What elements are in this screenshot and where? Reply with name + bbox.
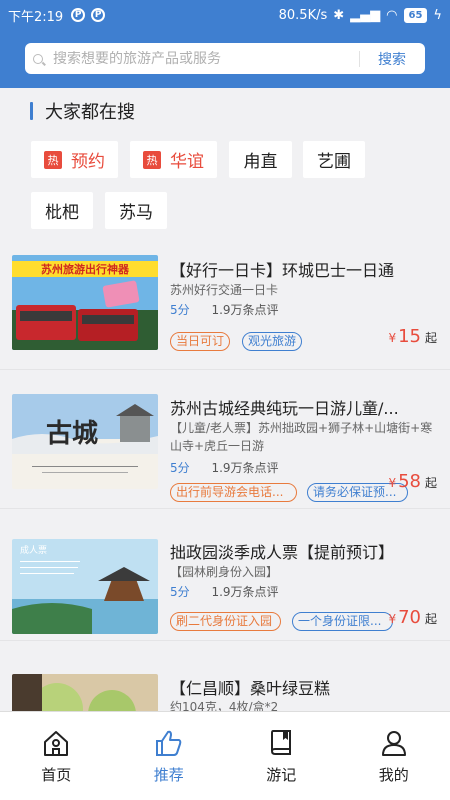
rating-score: 5分 bbox=[170, 585, 190, 599]
chip-label: 甪直 bbox=[243, 152, 278, 172]
wifi-icon: ◠ bbox=[386, 7, 398, 23]
nav-label: 游记 bbox=[266, 766, 297, 784]
product-thumbnail: 古城 bbox=[12, 394, 158, 489]
product-price: ¥ 58 起 bbox=[388, 471, 437, 492]
tag-badge: 当日可订 bbox=[170, 332, 231, 351]
product-subtitle: 【儿童/老人票】苏州拙政园+狮子林+山塘街+寒山寺+虎丘一日游 bbox=[170, 421, 433, 453]
product-title: 【仁昌顺】桑叶绿豆糕 bbox=[170, 679, 331, 698]
hot-searches-heading: 大家都在搜 bbox=[45, 102, 135, 123]
list-item[interactable]: 苏州旅游出行神器 【好行一日卡】环城巴士一日通 苏州好行交通一日卡 5分 1.9… bbox=[0, 240, 450, 370]
review-count: 1.9万条点评 bbox=[211, 461, 279, 475]
search-box: 搜索 bbox=[25, 43, 425, 74]
thumb-caption: 成人票 bbox=[20, 544, 47, 556]
hot-chip-luzhi[interactable]: 甪直 bbox=[229, 141, 292, 178]
rating-score: 5分 bbox=[170, 303, 190, 317]
hot-badge-icon: 热 bbox=[143, 150, 161, 169]
product-rating: 5分 1.9万条点评 bbox=[170, 301, 279, 318]
product-list: 苏州旅游出行神器 【好行一日卡】环城巴士一日通 苏州好行交通一日卡 5分 1.9… bbox=[0, 240, 450, 711]
hot-searches-title: 大家都在搜 bbox=[30, 98, 135, 124]
hot-chip-yuyue[interactable]: 热 预约 bbox=[31, 141, 118, 178]
title-accent-bar bbox=[30, 102, 33, 120]
user-icon bbox=[381, 731, 406, 756]
nav-label: 我的 bbox=[378, 766, 409, 784]
price-value: 15 bbox=[398, 326, 421, 347]
product-subtitle: 苏州好行交通一日卡 bbox=[170, 283, 279, 297]
chip-label: 苏马 bbox=[119, 203, 153, 223]
tag-badge: 一个身份证限... bbox=[292, 612, 393, 631]
status-bar: 下午2:19 P P 80.5K/s ✱ ▂▄▆ ◠ 65 ϟ bbox=[0, 0, 450, 30]
search-divider bbox=[359, 50, 360, 67]
thumb-caption: 苏州旅游出行神器 bbox=[41, 262, 130, 276]
thumbs-up-icon bbox=[155, 730, 182, 756]
product-subtitle: 【园林刷身份入园】 bbox=[170, 565, 279, 579]
tag-badge: 观光旅游 bbox=[242, 332, 303, 351]
product-price: ¥ 15 起 bbox=[388, 326, 437, 347]
nav-label: 首页 bbox=[41, 766, 72, 784]
hot-chip-huayi[interactable]: 热 华谊 bbox=[130, 141, 217, 178]
list-item[interactable]: 成人票 拙政园淡季成人票【提前预订】 【园林刷身份入园】 5分 1.9万条点评 … bbox=[0, 511, 450, 641]
search-input[interactable] bbox=[53, 50, 353, 67]
search-icon bbox=[33, 53, 43, 64]
product-price: ¥ 70 起 bbox=[388, 607, 437, 628]
product-thumbnail bbox=[12, 674, 158, 711]
nav-home[interactable]: 首页 bbox=[0, 712, 113, 800]
price-currency: ¥ bbox=[388, 331, 397, 345]
product-title: 苏州古城经典纯玩一日游儿童/... bbox=[170, 399, 399, 418]
list-item[interactable]: 古城 苏州古城经典纯玩一日游儿童/... 【儿童/老人票】苏州拙政园+狮子林+山… bbox=[0, 373, 450, 509]
tag-badge: 刷二代身份证入园 bbox=[170, 612, 281, 631]
search-header: 搜索 bbox=[0, 30, 450, 88]
price-suffix: 起 bbox=[424, 476, 437, 490]
product-rating: 5分 1.9万条点评 bbox=[170, 459, 279, 476]
price-currency: ¥ bbox=[388, 476, 397, 490]
bottom-nav: 首页 推荐 游记 我的 bbox=[0, 711, 450, 800]
thumb-caption: 古城 bbox=[46, 419, 98, 449]
nav-label: 推荐 bbox=[153, 766, 184, 784]
chip-label: 华谊 bbox=[170, 152, 204, 172]
price-currency: ¥ bbox=[388, 612, 397, 626]
home-icon bbox=[44, 731, 69, 756]
hot-searches: 大家都在搜 热 预约 热 华谊 甪直 艺圃 枇杷 苏马 bbox=[0, 88, 450, 238]
app-notification-icon: P bbox=[71, 8, 86, 22]
book-icon bbox=[271, 730, 292, 755]
search-button[interactable]: 搜索 bbox=[378, 49, 406, 69]
tag-badge: 出行前导游会电话... bbox=[170, 483, 297, 502]
network-speed: 80.5K/s bbox=[278, 7, 328, 23]
hot-badge-icon: 热 bbox=[44, 150, 62, 169]
nav-travelnotes[interactable]: 游记 bbox=[225, 712, 338, 800]
product-thumbnail: 成人票 bbox=[12, 539, 158, 634]
bluetooth-icon: ✱ bbox=[333, 7, 345, 23]
status-right: 80.5K/s ✱ ▂▄▆ ◠ 65 ϟ bbox=[278, 7, 442, 23]
status-time: 下午2:19 bbox=[8, 9, 64, 25]
chip-label: 预约 bbox=[71, 152, 105, 172]
price-value: 70 bbox=[398, 607, 421, 628]
chip-label: 枇杷 bbox=[45, 203, 79, 223]
chip-label: 艺圃 bbox=[317, 152, 351, 172]
battery-icon: 65 bbox=[403, 7, 428, 23]
hot-chip-suma[interactable]: 苏马 bbox=[105, 192, 167, 229]
signal-icon: ▂▄▆ bbox=[350, 7, 381, 23]
product-title: 【好行一日卡】环城巴士一日通 bbox=[170, 261, 395, 280]
nav-recommend[interactable]: 推荐 bbox=[113, 712, 226, 800]
price-value: 58 bbox=[398, 471, 421, 492]
product-thumbnail: 苏州旅游出行神器 bbox=[12, 255, 158, 350]
price-suffix: 起 bbox=[424, 331, 437, 345]
review-count: 1.9万条点评 bbox=[211, 585, 279, 599]
product-rating: 5分 1.9万条点评 bbox=[170, 583, 279, 600]
product-title: 拙政园淡季成人票【提前预订】 bbox=[170, 543, 395, 562]
charging-icon: ϟ bbox=[433, 7, 442, 23]
review-count: 1.9万条点评 bbox=[211, 303, 279, 317]
nav-mine[interactable]: 我的 bbox=[338, 712, 450, 800]
hot-chip-pipa[interactable]: 枇杷 bbox=[31, 192, 93, 229]
product-subtitle: 约104克，4枚/盒*2 bbox=[170, 700, 279, 711]
app-notification-icon-2: P bbox=[91, 8, 106, 22]
rating-score: 5分 bbox=[170, 461, 190, 475]
price-suffix: 起 bbox=[424, 612, 437, 626]
list-item[interactable]: 【仁昌顺】桑叶绿豆糕 约104克，4枚/盒*2 bbox=[0, 647, 450, 711]
hot-chip-yipu[interactable]: 艺圃 bbox=[303, 141, 365, 178]
